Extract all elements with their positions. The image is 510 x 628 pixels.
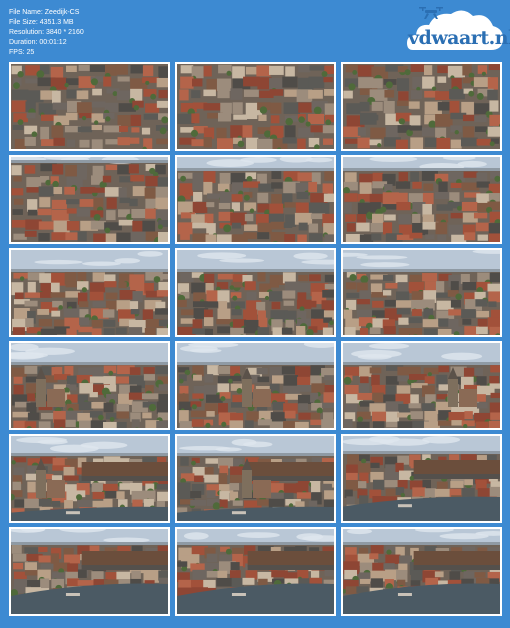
aerial-photo — [177, 343, 334, 428]
fps-line: FPS: 25 — [9, 49, 35, 56]
aerial-photo — [177, 529, 334, 614]
aerial-photo — [11, 64, 168, 149]
aerial-photo — [343, 529, 500, 614]
thumbnail-8[interactable] — [175, 248, 336, 337]
aerial-photo — [343, 343, 500, 428]
thumbnail-5[interactable] — [175, 155, 336, 244]
thumbnail-10[interactable] — [9, 341, 170, 430]
aerial-photo — [343, 64, 500, 149]
aerial-photo — [11, 250, 168, 335]
aerial-photo — [343, 250, 500, 335]
aerial-photo — [177, 64, 334, 149]
thumbnail-6[interactable] — [341, 155, 502, 244]
duration-line: Duration: 00:01:12 — [9, 39, 67, 46]
file-size-line: File Size: 4351.3 MB — [9, 19, 74, 26]
thumbnail-14[interactable] — [175, 434, 336, 523]
thumbnail-2[interactable] — [175, 62, 336, 151]
thumbnail-18[interactable] — [341, 527, 502, 616]
aerial-photo — [11, 343, 168, 428]
thumbnail-1[interactable] — [9, 62, 170, 151]
thumbnail-15[interactable] — [341, 434, 502, 523]
aerial-photo — [177, 436, 334, 521]
thumbnail-16[interactable] — [9, 527, 170, 616]
aerial-photo — [177, 157, 334, 242]
thumbnail-3[interactable] — [341, 62, 502, 151]
aerial-photo — [11, 436, 168, 521]
thumbnail-4[interactable] — [9, 155, 170, 244]
thumbnail-17[interactable] — [175, 527, 336, 616]
thumbnail-12[interactable] — [341, 341, 502, 430]
thumbnail-grid — [9, 62, 502, 616]
aerial-photo — [11, 157, 168, 242]
brand-logo: vdwaart.nl — [405, 4, 510, 56]
thumbnail-13[interactable] — [9, 434, 170, 523]
file-info-panel: File Name: Zeedijk-CS File Size: 4351.3 … — [9, 8, 84, 58]
thumbnail-9[interactable] — [341, 248, 502, 337]
file-name-line: File Name: Zeedijk-CS — [9, 9, 80, 16]
thumbnail-11[interactable] — [175, 341, 336, 430]
logo-text: vdwaart.nl — [408, 27, 510, 49]
resolution-line: Resolution: 3840 * 2160 — [9, 29, 84, 36]
aerial-photo — [343, 157, 500, 242]
aerial-photo — [177, 250, 334, 335]
thumbnail-7[interactable] — [9, 248, 170, 337]
aerial-photo — [343, 436, 500, 521]
aerial-photo — [11, 529, 168, 614]
